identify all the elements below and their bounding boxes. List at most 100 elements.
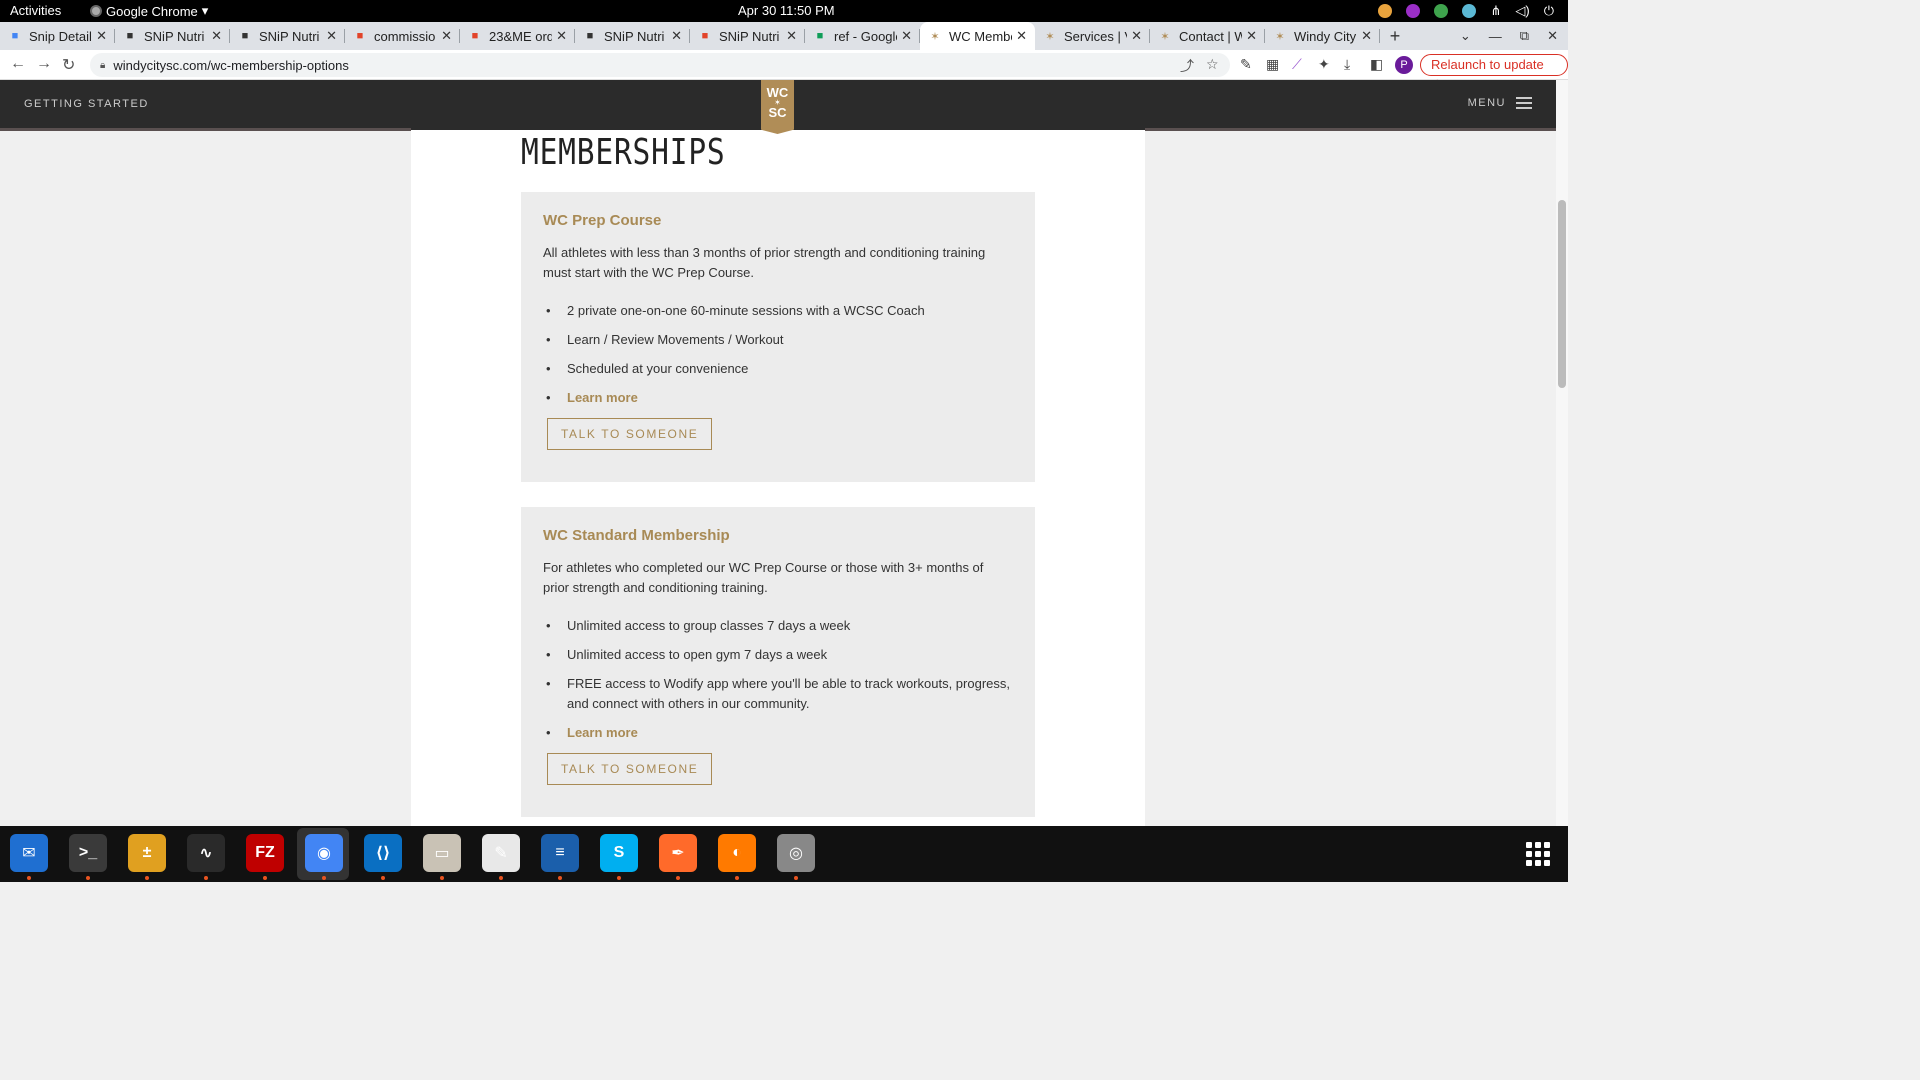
text-editor-icon[interactable]: ✎: [482, 834, 520, 872]
membership-card-prep: WC Prep Course All athletes with less th…: [521, 192, 1035, 482]
close-tab-icon[interactable]: ✕: [96, 28, 107, 44]
power-icon[interactable]: ⏻: [1544, 3, 1554, 19]
menu-label: MENU: [1467, 97, 1506, 109]
inkscape-icon[interactable]: ✒: [659, 834, 697, 872]
maximize-icon[interactable]: ⧉: [1520, 28, 1529, 44]
skype-icon[interactable]: S: [600, 834, 638, 872]
gitlab-icon: ■: [471, 30, 479, 42]
chrome-tray-icon[interactable]: [1378, 4, 1393, 18]
scrollbar-thumb[interactable]: [1558, 200, 1566, 388]
talk-to-someone-button[interactable]: TALK TO SOMEONE: [547, 418, 713, 450]
disks-icon[interactable]: ◎: [777, 834, 815, 872]
running-indicator: [145, 876, 149, 880]
lock-icon[interactable]: 🔒︎: [100, 60, 105, 71]
calendar-extension-icon[interactable]: ▦: [1266, 56, 1279, 73]
activities-button[interactable]: Activities: [10, 3, 61, 18]
close-tab-icon[interactable]: ✕: [671, 28, 682, 44]
browser-tab[interactable]: ■ SNiP Nutri ✕: [230, 22, 345, 50]
close-tab-icon[interactable]: ✕: [786, 28, 797, 44]
extensions-puzzle-icon[interactable]: ✦: [1318, 56, 1330, 73]
minimize-icon[interactable]: —: [1489, 29, 1502, 44]
close-window-icon[interactable]: ✕: [1547, 28, 1558, 44]
address-bar[interactable]: 🔒︎ windycitysc.com/wc-membership-options…: [90, 53, 1230, 77]
list-item: FREE access to Wodify app where you'll b…: [543, 674, 1013, 714]
tab-title: Snip Detail: [29, 28, 92, 44]
system-top-bar: Activities Google Chrome ▾ Apr 30 11:50 …: [0, 0, 1568, 22]
relaunch-label: Relaunch to update: [1431, 57, 1544, 72]
vscode-icon[interactable]: ⟨⟩: [364, 834, 402, 872]
close-tab-icon[interactable]: ✕: [901, 28, 912, 44]
files-icon[interactable]: ▭: [423, 834, 461, 872]
relaunch-button[interactable]: Relaunch to update ⋮: [1420, 54, 1568, 92]
close-tab-icon[interactable]: ✕: [326, 28, 337, 44]
reload-icon[interactable]: ↻: [62, 55, 75, 75]
tab-title: Contact | W: [1179, 28, 1243, 44]
learn-more-link[interactable]: Learn more: [567, 725, 638, 740]
thunderbird-icon[interactable]: ✉: [10, 834, 48, 872]
new-tab-button[interactable]: +: [1380, 26, 1410, 47]
window-controls: ⌄ — ⧉ ✕: [1460, 22, 1558, 50]
wcsc-icon: ✶: [1160, 30, 1170, 43]
browser-tab[interactable]: ✶ Services | V ✕: [1035, 22, 1150, 50]
chrome-icon[interactable]: ◉: [305, 834, 343, 872]
url-text[interactable]: windycitysc.com/wc-membership-options: [113, 58, 349, 73]
talk-to-someone-button[interactable]: TALK TO SOMEONE: [547, 753, 713, 785]
download-icon[interactable]: ⤓: [1344, 56, 1350, 73]
bookmark-star-icon[interactable]: ☆: [1206, 56, 1219, 73]
profile-avatar[interactable]: P: [1395, 56, 1413, 74]
eyedropper-extension-icon[interactable]: ✎: [1240, 56, 1252, 73]
libreoffice-writer-icon[interactable]: ≡: [541, 834, 579, 872]
system-tray[interactable]: ⋔ ◁) ⏻: [1378, 3, 1554, 19]
pen-extension-icon[interactable]: ⟋: [1292, 56, 1302, 73]
app-menu[interactable]: Google Chrome ▾: [90, 3, 208, 19]
card-features: Unlimited access to group classes 7 days…: [543, 616, 1013, 743]
browser-tab[interactable]: ■ commissio ✕: [345, 22, 460, 50]
list-item: Learn more: [543, 723, 1013, 743]
close-tab-icon[interactable]: ✕: [1361, 28, 1372, 44]
browser-tab[interactable]: ■ Snip Detail ✕: [0, 22, 115, 50]
browser-tab[interactable]: ■ 23&ME ord ✕: [460, 22, 575, 50]
share-icon[interactable]: ⤴: [1180, 56, 1194, 76]
xtray-icon[interactable]: [1462, 4, 1477, 18]
page-scrollbar[interactable]: [1556, 80, 1568, 826]
browser-tab[interactable]: ✶ Windy City ✕: [1265, 22, 1380, 50]
wcsc-icon: ✶: [1275, 30, 1285, 43]
terminal-icon[interactable]: >_: [69, 834, 107, 872]
browser-tab[interactable]: ■ ref - Google ✕: [805, 22, 920, 50]
close-tab-icon[interactable]: ✕: [556, 28, 567, 44]
calculator-icon[interactable]: ±: [128, 834, 166, 872]
tab-title: WC Membe: [949, 28, 1013, 44]
firefox-dev-icon[interactable]: ◐: [718, 834, 756, 872]
forward-icon[interactable]: →: [36, 55, 52, 73]
side-panel-icon[interactable]: ◧: [1370, 56, 1383, 73]
learn-more-link[interactable]: Learn more: [567, 390, 638, 405]
network-icon[interactable]: ⋔: [1490, 3, 1501, 19]
update-tray-icon[interactable]: [1434, 4, 1449, 18]
card-title: WC Prep Course: [543, 212, 662, 229]
filezilla-icon[interactable]: FZ: [246, 834, 284, 872]
close-tab-icon[interactable]: ✕: [211, 28, 222, 44]
tab-title: 23&ME ord: [489, 28, 553, 44]
wcsc-logo[interactable]: WC ✶ SC: [761, 80, 794, 134]
close-tab-icon[interactable]: ✕: [1246, 28, 1257, 44]
browser-tab[interactable]: ■ SNiP Nutri ✕: [690, 22, 805, 50]
logo-text-bottom: SC: [768, 105, 787, 120]
menu-button[interactable]: MENU: [1468, 97, 1532, 109]
show-apps-icon[interactable]: [1526, 842, 1550, 866]
close-tab-icon[interactable]: ✕: [441, 28, 452, 44]
extension-tray-icon[interactable]: [1406, 4, 1421, 18]
volume-icon[interactable]: ◁): [1515, 3, 1529, 19]
clock[interactable]: Apr 30 11:50 PM: [738, 3, 835, 18]
browser-tab[interactable]: ✶ WC Membe ✕: [920, 22, 1035, 50]
browser-tab[interactable]: ■ SNiP Nutri ✕: [115, 22, 230, 50]
tab-search-icon[interactable]: ⌄: [1460, 28, 1471, 44]
close-tab-icon[interactable]: ✕: [1016, 28, 1027, 44]
running-indicator: [263, 876, 267, 880]
close-tab-icon[interactable]: ✕: [1131, 28, 1142, 44]
membership-card-standard: WC Standard Membership For athletes who …: [521, 507, 1035, 817]
getting-started-link[interactable]: GETTING STARTED: [24, 98, 149, 110]
system-monitor-icon[interactable]: ∿: [187, 834, 225, 872]
browser-tab[interactable]: ■ SNiP Nutri ✕: [575, 22, 690, 50]
browser-tab[interactable]: ✶ Contact | W ✕: [1150, 22, 1265, 50]
back-icon[interactable]: ←: [10, 55, 26, 73]
